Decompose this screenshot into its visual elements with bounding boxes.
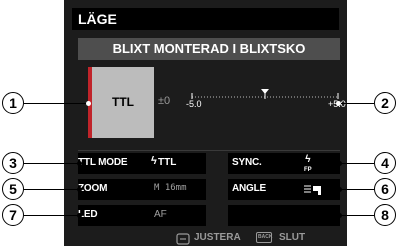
callout-3: 3	[2, 152, 24, 174]
flash-angle-icon	[304, 183, 326, 201]
callout-dot-5	[77, 187, 82, 192]
callout-leader-7	[24, 215, 80, 217]
flash-compensation-value: ±0	[158, 95, 171, 107]
led-setting[interactable]: LED AF	[78, 205, 206, 226]
callout-6: 6	[374, 178, 396, 200]
callout-leader-3	[24, 163, 80, 165]
scale-min-label: -5.0	[186, 99, 202, 109]
adjust-dial-icon	[176, 232, 190, 250]
screen-footer: JUSTERA BACK SLUT	[64, 230, 347, 246]
divider	[78, 150, 340, 151]
flash-mount-mode-bar: BLIXT MONTERAD I BLIXTSKO	[78, 38, 340, 60]
callout-dot-6	[337, 187, 342, 192]
callout-5: 5	[2, 178, 24, 200]
angle-label: ANGLE	[232, 183, 267, 194]
zoom-value: M 16mm	[154, 183, 187, 193]
callout-dot-4	[337, 161, 342, 166]
callout-leader-5	[24, 189, 80, 191]
screen-header: LÄGE	[72, 8, 339, 30]
flash-bolt-icon: ϟ	[151, 155, 157, 167]
sync-label: SYNC.	[232, 157, 262, 168]
led-value: AF	[154, 209, 167, 220]
empty-setting[interactable]	[228, 205, 340, 226]
angle-setting[interactable]: ANGLE	[228, 179, 340, 200]
adjust-label: JUSTERA	[194, 232, 241, 243]
callout-leader-6	[340, 189, 374, 191]
callout-7: 7	[2, 204, 24, 226]
callout-dot-7	[77, 213, 82, 218]
callout-dot-1	[86, 101, 91, 106]
flash-mode-selector[interactable]: TTL	[88, 67, 154, 138]
ttl-mode-value: TTL	[158, 157, 177, 168]
callout-leader-8	[340, 215, 374, 217]
callout-4: 4	[374, 152, 396, 174]
callout-leader-4	[340, 163, 374, 165]
callout-dot-8	[337, 213, 342, 218]
exit-label: SLUT	[279, 232, 306, 243]
callout-leader-2	[338, 103, 374, 105]
callout-leader-1	[24, 103, 88, 105]
header-title: LÄGE	[78, 11, 117, 27]
sync-setting[interactable]: SYNC. ϟ FP	[228, 153, 340, 174]
callout-dot-2	[336, 101, 341, 106]
sync-fp-icon: ϟ FP	[304, 154, 312, 174]
back-button-icon: BACK	[256, 232, 272, 243]
zoom-label: ZOOM	[78, 183, 108, 194]
callout-1: 1	[2, 92, 24, 114]
zoom-setting[interactable]: ZOOM M 16mm	[78, 179, 206, 200]
callout-8: 8	[374, 204, 396, 226]
ttl-mode-label: TTL MODE	[78, 157, 128, 168]
ttl-mode-setting[interactable]: TTL MODE ϟ TTL	[78, 153, 206, 174]
flash-compensation-scale[interactable]: -5.0 +5.0	[186, 85, 346, 120]
callout-dot-3	[77, 161, 82, 166]
callout-2: 2	[374, 92, 396, 114]
